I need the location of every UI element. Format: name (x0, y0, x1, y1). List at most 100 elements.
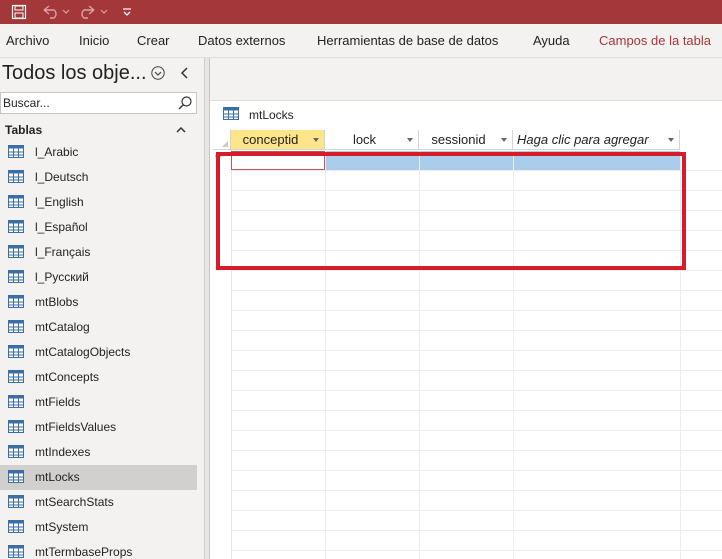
nav-item-label: mtBlobs (35, 295, 79, 309)
table-icon (8, 520, 24, 533)
nav-item-label: mtTermbaseProps (35, 545, 133, 559)
table-icon (8, 320, 24, 333)
nav-item-label: mtLocks (35, 470, 80, 484)
highlight-box (216, 152, 686, 270)
tab-inicio[interactable]: Inicio (79, 24, 109, 57)
nav-search-box (0, 92, 197, 114)
column-header-add-field[interactable]: Haga clic para agregar (513, 130, 680, 150)
ribbon-tabs: Archivo Inicio Crear Datos externos Herr… (0, 24, 722, 58)
column-header-label: Haga clic para agregar (517, 132, 649, 147)
nav-menu-dropdown-icon[interactable] (150, 65, 166, 81)
chevron-down-icon[interactable] (501, 138, 507, 142)
nav-item[interactable]: mtSearchStats (0, 490, 197, 515)
group-header-tablas[interactable]: Tablas (0, 120, 197, 140)
table-icon (8, 470, 24, 483)
column-header-conceptid[interactable]: conceptid (231, 130, 325, 150)
document-tab[interactable]: mtLocks (210, 100, 722, 130)
row-divider (231, 410, 722, 411)
table-icon (8, 345, 24, 358)
table-icon (8, 295, 24, 308)
nav-item[interactable]: l_Deutsch (0, 165, 197, 190)
nav-item[interactable]: mtConcepts (0, 365, 197, 390)
row-divider (231, 510, 722, 511)
nav-item-label: mtSearchStats (35, 495, 114, 509)
nav-item-label: l_Русский (35, 270, 89, 284)
column-header-label: lock (352, 132, 377, 147)
undo-icon[interactable] (40, 0, 70, 24)
group-label: Tablas (5, 123, 43, 137)
title-bar (0, 0, 722, 24)
row-divider (231, 290, 722, 291)
chevron-down-icon[interactable] (407, 138, 413, 142)
nav-item[interactable]: l_Русский (0, 265, 197, 290)
row-divider (231, 390, 722, 391)
nav-pane-title[interactable]: Todos los obje... (2, 62, 147, 85)
nav-item[interactable]: mtCatalog (0, 315, 197, 340)
tab-crear[interactable]: Crear (137, 24, 170, 57)
table-icon (8, 195, 24, 208)
nav-item[interactable]: mtLocks (0, 465, 197, 490)
nav-item[interactable]: mtFieldsValues (0, 415, 197, 440)
table-icon (8, 495, 24, 508)
table-list: l_Arabic l_Deutsch l_English l_Español l_Fra… (0, 140, 197, 559)
customize-quick-access-icon[interactable] (120, 0, 134, 24)
row-divider (231, 470, 722, 471)
table-icon (8, 420, 24, 433)
tab-archivo[interactable]: Archivo (6, 24, 49, 57)
table-icon (223, 107, 239, 120)
nav-item-label: l_Français (35, 245, 91, 259)
nav-item-label: mtCatalogObjects (35, 345, 131, 359)
row-divider (231, 330, 722, 331)
redo-icon[interactable] (78, 0, 108, 24)
document-tab-label: mtLocks (249, 108, 294, 122)
search-icon[interactable] (177, 95, 193, 111)
save-icon[interactable] (8, 0, 30, 24)
nav-item[interactable]: mtFields (0, 390, 197, 415)
nav-item-label: mtSystem (35, 520, 89, 534)
search-input[interactable] (3, 95, 173, 111)
table-icon (8, 220, 24, 233)
row-divider (231, 530, 722, 531)
tab-ayuda[interactable]: Ayuda (533, 24, 570, 57)
chevron-down-icon[interactable] (668, 138, 674, 142)
row-divider (231, 550, 722, 551)
tab-campos-de-la-tabla[interactable]: Campos de la tabla (599, 24, 711, 57)
nav-item-label: l_Arabic (35, 145, 79, 159)
nav-item-label: l_English (35, 195, 84, 209)
nav-item-label: mtIndexes (35, 445, 91, 459)
row-divider (231, 430, 722, 431)
column-header-sessionid[interactable]: sessionid (419, 130, 513, 150)
nav-item[interactable]: mtTermbaseProps (0, 540, 197, 559)
table-icon (8, 270, 24, 283)
nav-item[interactable]: l_Arabic (0, 140, 197, 165)
nav-item-label: l_Español (35, 220, 88, 234)
nav-item[interactable]: l_Français (0, 240, 197, 265)
nav-item[interactable]: mtCatalogObjects (0, 340, 197, 365)
tab-herramientas-bd[interactable]: Herramientas de base de datos (317, 24, 498, 57)
row-divider (231, 350, 722, 351)
chevron-up-icon[interactable] (174, 123, 188, 137)
row-divider (231, 270, 722, 271)
row-divider (231, 310, 722, 311)
nav-item[interactable]: l_English (0, 190, 197, 215)
row-divider (231, 490, 722, 491)
column-header-lock[interactable]: lock (325, 130, 419, 150)
nav-item-label: mtConcepts (35, 370, 100, 384)
chevron-down-icon[interactable] (313, 138, 319, 142)
nav-item[interactable]: mtSystem (0, 515, 197, 540)
table-icon (8, 245, 24, 258)
row-divider (231, 450, 722, 451)
table-icon (8, 145, 24, 158)
nav-item-label: mtCatalog (35, 320, 90, 334)
tab-datos-externos[interactable]: Datos externos (198, 24, 285, 57)
nav-item[interactable]: mtIndexes (0, 440, 197, 465)
select-all-corner[interactable] (213, 130, 231, 150)
column-header-label: conceptid (242, 132, 299, 147)
table-icon (8, 395, 24, 408)
nav-item[interactable]: l_Español (0, 215, 197, 240)
nav-item[interactable]: mtBlobs (0, 290, 197, 315)
nav-item-label: mtFieldsValues (35, 420, 117, 434)
collapse-pane-icon[interactable] (177, 65, 193, 81)
nav-item-label: mtFields (35, 395, 81, 409)
nav-item-label: l_Deutsch (35, 170, 89, 184)
